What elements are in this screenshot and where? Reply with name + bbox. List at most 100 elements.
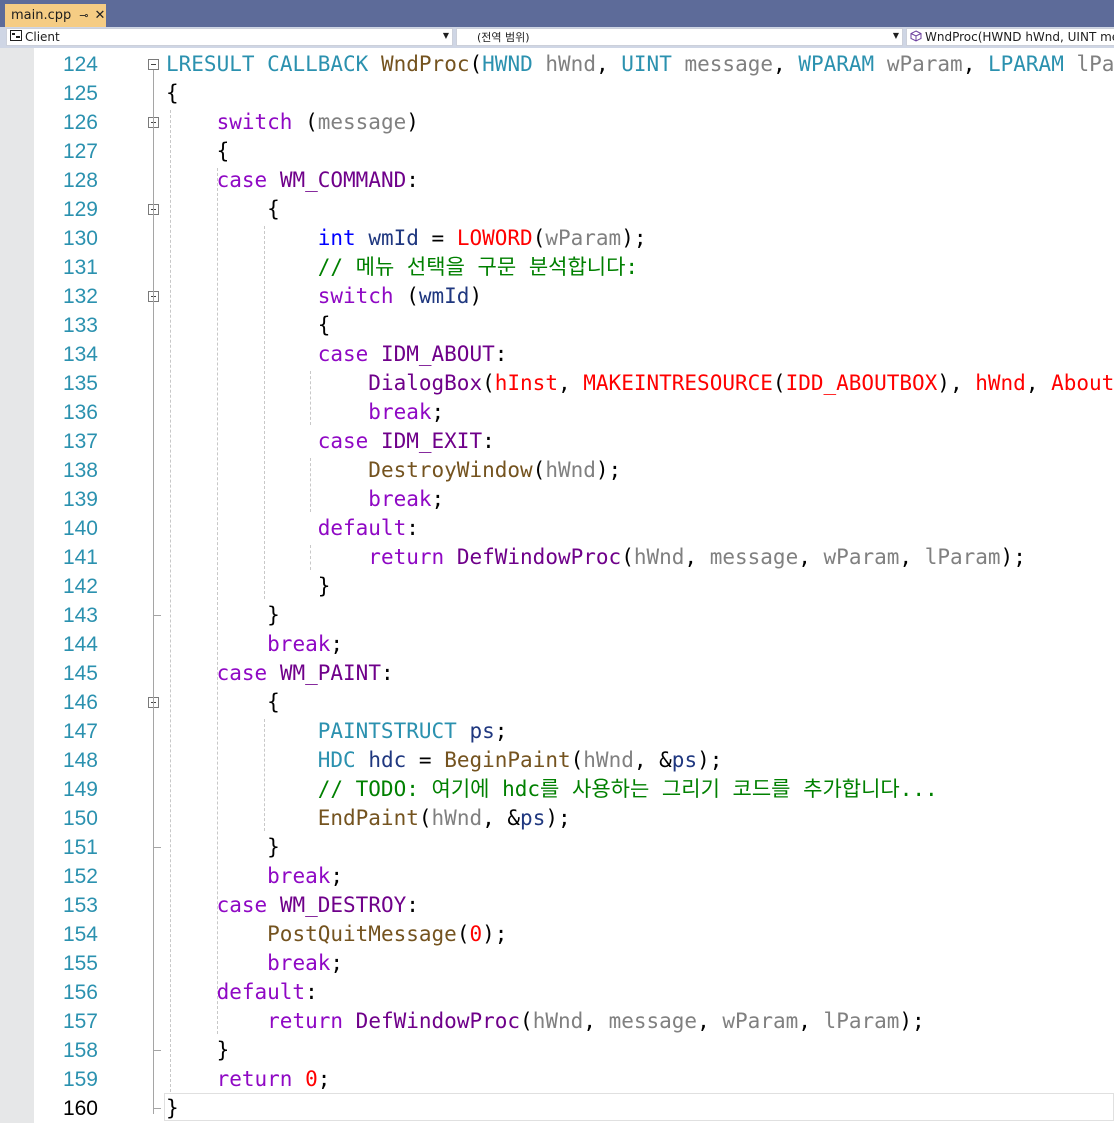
code-token: ; <box>431 487 445 511</box>
code-line[interactable]: switch (message) <box>166 108 419 137</box>
code-token: ; <box>330 864 344 888</box>
code-editor[interactable]: 124 125 126 127 128 129 130 131 132 133 134 135 136 1… <box>0 48 1114 1123</box>
code-line[interactable]: case WM_COMMAND: <box>166 166 419 195</box>
code-token: return <box>216 1067 293 1091</box>
code-line[interactable]: } <box>166 1094 179 1123</box>
code-token: ( <box>621 545 634 569</box>
code-token: } <box>166 1096 179 1120</box>
code-line[interactable]: int wmId = LOWORD(wParam); <box>166 224 647 253</box>
code-token: : <box>482 429 495 453</box>
code-line[interactable]: } <box>166 1036 230 1065</box>
code-line[interactable]: DialogBox(hInst, MAKEINTRESOURCE(IDD_ABO… <box>166 369 1114 398</box>
code-token: lParam <box>924 545 1001 569</box>
code-line[interactable]: break; <box>166 485 444 514</box>
code-line[interactable]: { <box>166 79 179 108</box>
code-token: return <box>267 1009 344 1033</box>
code-line[interactable]: return 0; <box>166 1065 331 1094</box>
code-line[interactable]: } <box>166 601 280 630</box>
code-line[interactable]: break; <box>166 949 343 978</box>
member-dropdown[interactable]: WndProc(HWND hWnd, UINT mes <box>906 28 1114 46</box>
code-token: ps <box>520 806 546 830</box>
close-icon[interactable]: ✕ <box>94 8 105 23</box>
code-line[interactable]: return DefWindowProc(hWnd, message, wPar… <box>166 543 1026 572</box>
code-line[interactable]: case WM_PAINT: <box>166 659 394 688</box>
code-line[interactable]: // TODO: 여기에 hdc를 사용하는 그리기 코드를 추가합니다... <box>166 775 938 804</box>
project-label: Client <box>25 30 60 44</box>
code-token: PAINTSTRUCT <box>317 719 457 743</box>
project-dropdown[interactable]: Client ▼ <box>6 28 453 46</box>
code-line[interactable]: return DefWindowProc(hWnd, message, wPar… <box>166 1007 925 1036</box>
code-token: switch <box>317 284 394 308</box>
code-line[interactable]: EndPaint(hWnd, &ps); <box>166 804 571 833</box>
code-line[interactable]: { <box>166 311 331 340</box>
code-token: DestroyWindow <box>368 458 533 482</box>
code-token: wmId <box>418 284 470 308</box>
code-token: case <box>216 168 268 192</box>
code-line[interactable]: LRESULT CALLBACK WndProc(HWND hWnd, UINT… <box>166 50 1114 79</box>
code-line[interactable]: { <box>166 195 280 224</box>
pin-icon[interactable]: ⊸ <box>79 9 88 22</box>
code-line[interactable]: } <box>166 572 331 601</box>
tab-strip: main.cpp ⊸ ✕ <box>0 0 1114 27</box>
code-token: ( <box>393 284 419 308</box>
code-line[interactable]: } <box>166 833 280 862</box>
code-line[interactable]: DestroyWindow(hWnd); <box>166 456 621 485</box>
navigation-bar: Client ▼ (전역 범위) ▼ WndProc(HWND hWnd, UI… <box>0 27 1114 48</box>
code-token: case <box>216 661 268 685</box>
chevron-down-icon[interactable]: ▼ <box>893 31 899 40</box>
tab-label[interactable]: main.cpp <box>11 8 71 23</box>
code-token: hWnd <box>633 545 685 569</box>
code-line[interactable]: break; <box>166 862 343 891</box>
code-line[interactable]: { <box>166 137 230 166</box>
indent-guide <box>310 371 312 425</box>
code-token: { <box>166 313 331 337</box>
tab-main-cpp[interactable]: main.cpp ⊸ ✕ <box>5 4 106 27</box>
code-line[interactable]: default: <box>166 514 419 543</box>
code-line[interactable]: HDC hdc = BeginPaint(hWnd, &ps); <box>166 746 723 775</box>
code-token: ; <box>431 400 445 424</box>
code-token: ; <box>494 719 508 743</box>
code-token: hWnd <box>545 458 596 482</box>
code-token: LOWORD <box>456 226 533 250</box>
code-token: DefWindowProc <box>456 545 622 569</box>
code-line[interactable]: default: <box>166 978 318 1007</box>
code-line[interactable]: case IDM_EXIT: <box>166 427 495 456</box>
code-token: , <box>583 1009 609 1033</box>
code-line[interactable]: { <box>166 688 280 717</box>
code-line[interactable]: break; <box>166 398 444 427</box>
code-area[interactable]: LRESULT CALLBACK WndProc(HWND hWnd, UINT… <box>0 48 1114 1123</box>
code-token: WM_DESTROY <box>279 893 407 917</box>
code-token: ); <box>545 806 571 830</box>
code-token: = <box>406 748 445 772</box>
code-token: : <box>380 661 394 685</box>
code-token: { <box>166 690 280 714</box>
code-line[interactable]: break; <box>166 630 343 659</box>
code-token: message <box>684 52 774 76</box>
code-token: case <box>317 429 369 453</box>
chevron-down-icon[interactable]: ▼ <box>443 31 449 40</box>
code-token: : <box>406 168 419 192</box>
code-line[interactable]: switch (wmId) <box>166 282 482 311</box>
code-token: DefWindowProc <box>355 1009 521 1033</box>
code-token: , <box>684 545 710 569</box>
code-line[interactable]: // 메뉴 선택을 구문 분석합니다: <box>166 253 638 282</box>
code-token: : <box>406 516 419 540</box>
code-line[interactable]: case WM_DESTROY: <box>166 891 419 920</box>
scope-dropdown[interactable]: (전역 범위) ▼ <box>456 28 903 46</box>
code-token: 0 <box>305 1067 318 1091</box>
code-token: hWnd <box>532 1009 584 1033</box>
code-token: , <box>798 1009 824 1033</box>
